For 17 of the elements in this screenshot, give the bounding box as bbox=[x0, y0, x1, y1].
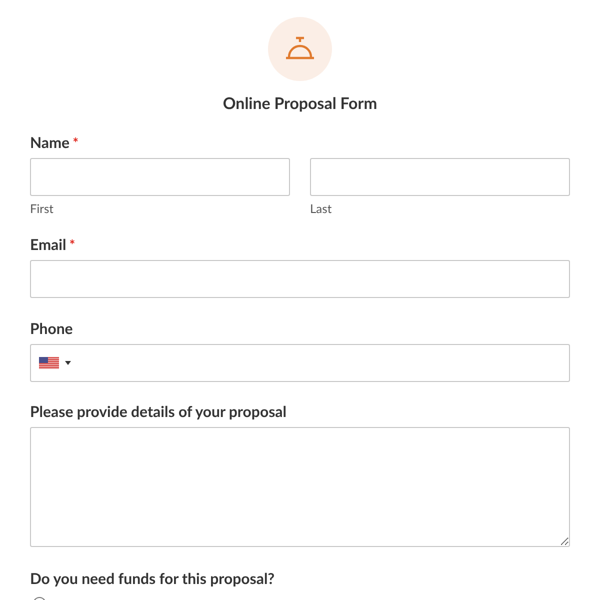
text-input[interactable] bbox=[30, 158, 290, 196]
field-label: Phone bbox=[30, 319, 73, 339]
required-asterisk: * bbox=[69, 235, 76, 255]
sub-label: First bbox=[30, 201, 54, 217]
sub-label: Last bbox=[310, 201, 332, 217]
flag-icon bbox=[39, 357, 59, 369]
text-input[interactable] bbox=[310, 158, 570, 196]
required-asterisk: * bbox=[72, 133, 79, 153]
email-input[interactable] bbox=[30, 260, 570, 298]
field-label: Email bbox=[30, 235, 66, 255]
field-label: Please provide details of your proposal bbox=[30, 402, 286, 422]
form-title: Online Proposal Form bbox=[222, 93, 378, 115]
field-label: Do you need funds for this proposal? bbox=[30, 569, 275, 589]
details-textarea[interactable] bbox=[30, 427, 570, 547]
phone-input[interactable] bbox=[30, 344, 570, 382]
caret-icon[interactable] bbox=[65, 361, 71, 365]
field-label: Name bbox=[30, 133, 70, 153]
